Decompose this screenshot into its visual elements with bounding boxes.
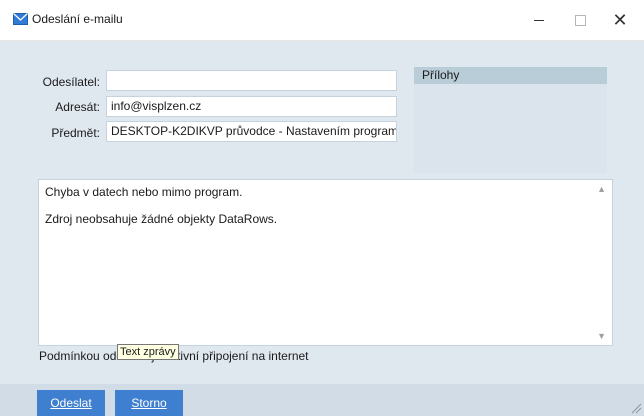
envelope-icon (13, 13, 28, 25)
close-icon: ✕ (612, 10, 628, 30)
window-title: Odeslání e-mailu (32, 12, 123, 26)
maximize-icon (574, 14, 586, 26)
subject-field[interactable]: DESKTOP-K2DIKVP průvodce - Nastavením pr… (106, 121, 397, 142)
scroll-up-icon[interactable]: ▲ (597, 184, 606, 194)
maximize-button[interactable] (560, 0, 600, 40)
send-button[interactable]: Odeslat (37, 390, 105, 416)
title-bar: Odeslání e-mailu ✕ (0, 0, 644, 41)
sender-field[interactable] (106, 70, 397, 91)
recipient-field[interactable]: info@visplzen.cz (106, 96, 397, 117)
message-line: Zdroj neobsahuje žádné objekty DataRows. (45, 212, 278, 226)
tooltip: Text zprávy (117, 344, 179, 360)
attachments-panel[interactable]: Přílohy (414, 67, 607, 173)
message-body[interactable]: Chyba v datech nebo mimo program. Zdroj … (38, 179, 613, 346)
minimize-button[interactable] (519, 0, 559, 40)
resize-grip-icon[interactable] (630, 402, 642, 414)
subject-label: Předmět: (51, 126, 100, 140)
attachments-header: Přílohy (414, 67, 607, 84)
recipient-label: Adresát: (55, 100, 100, 114)
scroll-down-icon[interactable]: ▼ (597, 331, 606, 341)
message-line: Chyba v datech nebo mimo program. (45, 185, 243, 199)
sender-label: Odesílatel: (42, 75, 100, 89)
cancel-button[interactable]: Storno (115, 390, 183, 416)
minimize-icon (534, 19, 544, 21)
close-button[interactable]: ✕ (600, 0, 640, 40)
